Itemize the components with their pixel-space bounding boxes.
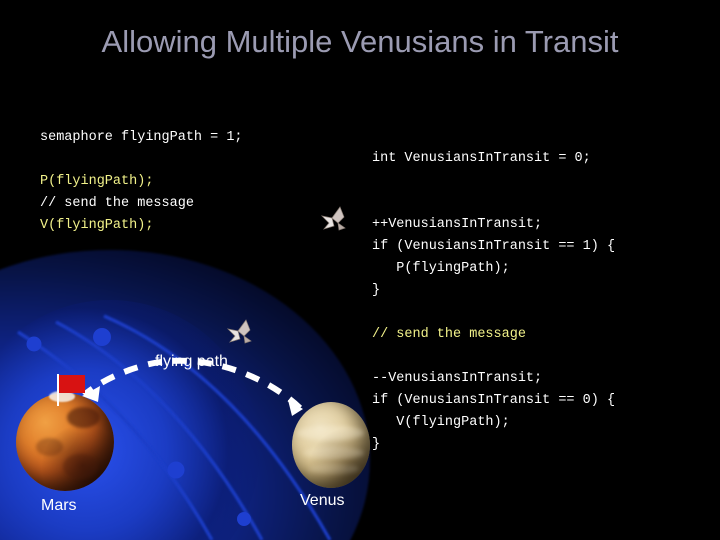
mars-flag-cloth xyxy=(59,375,85,393)
code-line: // send the message xyxy=(372,327,526,342)
flying-path-label: flying path xyxy=(155,353,228,370)
venus-cloud-band xyxy=(296,426,364,440)
presentation-slide: Mars Venus flying path Allowing Multiple… xyxy=(0,0,720,540)
code-line: } xyxy=(372,283,381,298)
code-line: if (VenusiansInTransit == 0) { xyxy=(372,393,616,408)
spacecraft-icon xyxy=(226,319,252,344)
mars-label: Mars xyxy=(41,497,77,514)
code-line: if (VenusiansInTransit == 1) { xyxy=(372,239,616,254)
mars-planet xyxy=(16,391,114,491)
venus-planet xyxy=(292,402,370,488)
mars-sender-code-block: semaphore flyingPath = 1; P(flyingPath);… xyxy=(40,127,243,237)
mars-surface-spot xyxy=(63,453,99,480)
page-title: Allowing Multiple Venusians in Transit xyxy=(101,24,619,59)
code-line: semaphore flyingPath = 1; xyxy=(40,130,243,145)
code-line: // send the message xyxy=(40,196,194,211)
code-line: V(flyingPath); xyxy=(40,218,154,233)
code-line: --VenusiansInTransit; xyxy=(372,371,543,386)
code-line: V(flyingPath); xyxy=(372,415,510,430)
code-line: P(flyingPath); xyxy=(372,261,510,276)
venus-cloud-band xyxy=(309,463,360,475)
mars-surface-spot xyxy=(35,438,64,456)
code-line: ++VenusiansInTransit; xyxy=(372,217,543,232)
code-line: P(flyingPath); xyxy=(40,174,154,189)
mars-surface-spot xyxy=(66,406,101,429)
spacecraft-icon xyxy=(320,206,346,231)
code-line: int VenusiansInTransit = 0; xyxy=(372,151,591,166)
venusians-in-transit-code-block: int VenusiansInTransit = 0; ++VenusiansI… xyxy=(372,148,615,456)
code-line: } xyxy=(372,437,381,452)
venus-label: Venus xyxy=(300,492,345,509)
venus-cloud-band xyxy=(302,446,364,459)
